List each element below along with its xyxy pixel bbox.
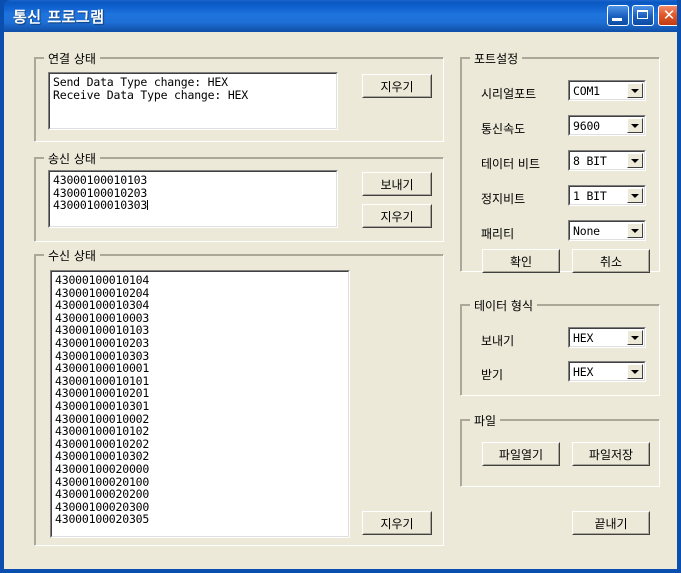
- file-save-label: 파일저장: [573, 443, 649, 465]
- send-data-input[interactable]: 43000100010103 43000100010203 4300010001…: [48, 170, 338, 228]
- send-status-title: 송신 상태: [44, 150, 100, 167]
- send-clear-label: 지우기: [363, 205, 431, 227]
- title-bar[interactable]: 통신 프로그램 ✕: [4, 0, 677, 32]
- connection-status-log[interactable]: Send Data Type change: HEX Receive Data …: [48, 72, 338, 130]
- stop-bits-value: 1 BIT: [573, 188, 607, 203]
- file-open-button[interactable]: 파일열기: [482, 442, 560, 466]
- receive-line: 43000100020200: [55, 487, 150, 502]
- exit-button[interactable]: 끝내기: [572, 511, 650, 535]
- receive-clear-button[interactable]: 지우기: [362, 511, 432, 535]
- send-button-label: 보내기: [363, 173, 431, 195]
- port-settings-title: 포트설정: [470, 50, 523, 67]
- serial-port-label: 시리얼포트: [481, 87, 537, 101]
- chevron-down-icon[interactable]: [627, 153, 643, 168]
- send-format-combo[interactable]: HEX: [568, 327, 646, 348]
- close-icon: ✕: [662, 6, 676, 24]
- chevron-down-icon[interactable]: [627, 330, 643, 345]
- exit-button-label: 끝내기: [573, 512, 649, 534]
- receive-format-label: 받기: [481, 368, 504, 382]
- application-window: 통신 프로그램 ✕ 연결 상태 Send Data Type change: H…: [0, 0, 681, 573]
- receive-line: 43000100020305: [55, 512, 150, 527]
- data-bits-value: 8 BIT: [573, 153, 607, 168]
- send-format-label: 보내기: [481, 334, 515, 348]
- connection-clear-label: 지우기: [363, 75, 431, 97]
- connection-status-title: 연결 상태: [44, 50, 100, 67]
- chevron-down-icon[interactable]: [627, 118, 643, 133]
- log-line: Send Data Type change: HEX: [53, 75, 228, 89]
- send-button[interactable]: 보내기: [362, 172, 432, 196]
- data-bits-combo[interactable]: 8 BIT: [568, 150, 646, 171]
- chevron-down-icon[interactable]: [627, 188, 643, 203]
- receive-line: 43000100010102: [55, 424, 150, 439]
- log-line: Receive Data Type change: HEX: [53, 87, 248, 102]
- receive-data-log[interactable]: 43000100010104 43000100010204 430001000103…: [50, 270, 350, 538]
- file-group-title: 파일: [470, 412, 501, 429]
- receive-format-value: HEX: [573, 364, 594, 379]
- send-line: 43000100010103: [53, 173, 148, 187]
- baud-rate-label: 통신속도: [481, 122, 526, 136]
- port-ok-label: 확인: [483, 250, 559, 272]
- stop-bits-label: 정지비트: [481, 192, 526, 206]
- port-cancel-button[interactable]: 취소: [572, 249, 650, 273]
- file-save-button[interactable]: 파일저장: [572, 442, 650, 466]
- port-ok-button[interactable]: 확인: [482, 249, 560, 273]
- serial-port-combo[interactable]: COM1: [568, 80, 646, 101]
- minimize-icon: [612, 18, 622, 21]
- receive-line: 43000100010304: [55, 298, 150, 313]
- parity-combo[interactable]: None: [568, 220, 646, 241]
- data-bits-label: 테이터 비트: [481, 157, 541, 171]
- chevron-down-icon[interactable]: [627, 83, 643, 98]
- client-area: 연결 상태 Send Data Type change: HEX Receive…: [4, 32, 677, 569]
- window-title: 통신 프로그램: [13, 8, 105, 26]
- connection-clear-button[interactable]: 지우기: [362, 74, 432, 98]
- receive-lines-container: 43000100010104 43000100010204 430001000103…: [51, 271, 349, 537]
- receive-format-combo[interactable]: HEX: [568, 361, 646, 382]
- receive-line: 43000100010301: [55, 398, 150, 413]
- file-open-label: 파일열기: [483, 443, 559, 465]
- receive-line: 43000100010104: [55, 273, 150, 287]
- send-format-value: HEX: [573, 330, 594, 345]
- close-button[interactable]: ✕: [658, 5, 677, 26]
- baud-rate-value: 9600: [573, 118, 600, 133]
- baud-rate-combo[interactable]: 9600: [568, 115, 646, 136]
- send-clear-button[interactable]: 지우기: [362, 204, 432, 228]
- receive-line: 43000100020000: [55, 461, 150, 476]
- stop-bits-combo[interactable]: 1 BIT: [568, 185, 646, 206]
- data-format-title: 테이터 형식: [470, 297, 538, 314]
- chevron-down-icon[interactable]: [627, 223, 643, 238]
- maximize-icon: [637, 10, 648, 19]
- receive-clear-label: 지우기: [363, 512, 431, 534]
- parity-value: None: [573, 223, 600, 238]
- maximize-button[interactable]: [632, 5, 654, 26]
- send-line: 43000100010303: [53, 199, 334, 212]
- receive-status-title: 수신 상태: [44, 247, 100, 264]
- receive-line: 43000100010001: [55, 361, 150, 376]
- chevron-down-icon[interactable]: [627, 364, 643, 379]
- parity-label: 패리티: [481, 227, 515, 241]
- receive-line: 43000100010203: [55, 335, 150, 350]
- minimize-button[interactable]: [607, 5, 629, 26]
- serial-port-value: COM1: [573, 83, 600, 98]
- port-cancel-label: 취소: [573, 250, 649, 272]
